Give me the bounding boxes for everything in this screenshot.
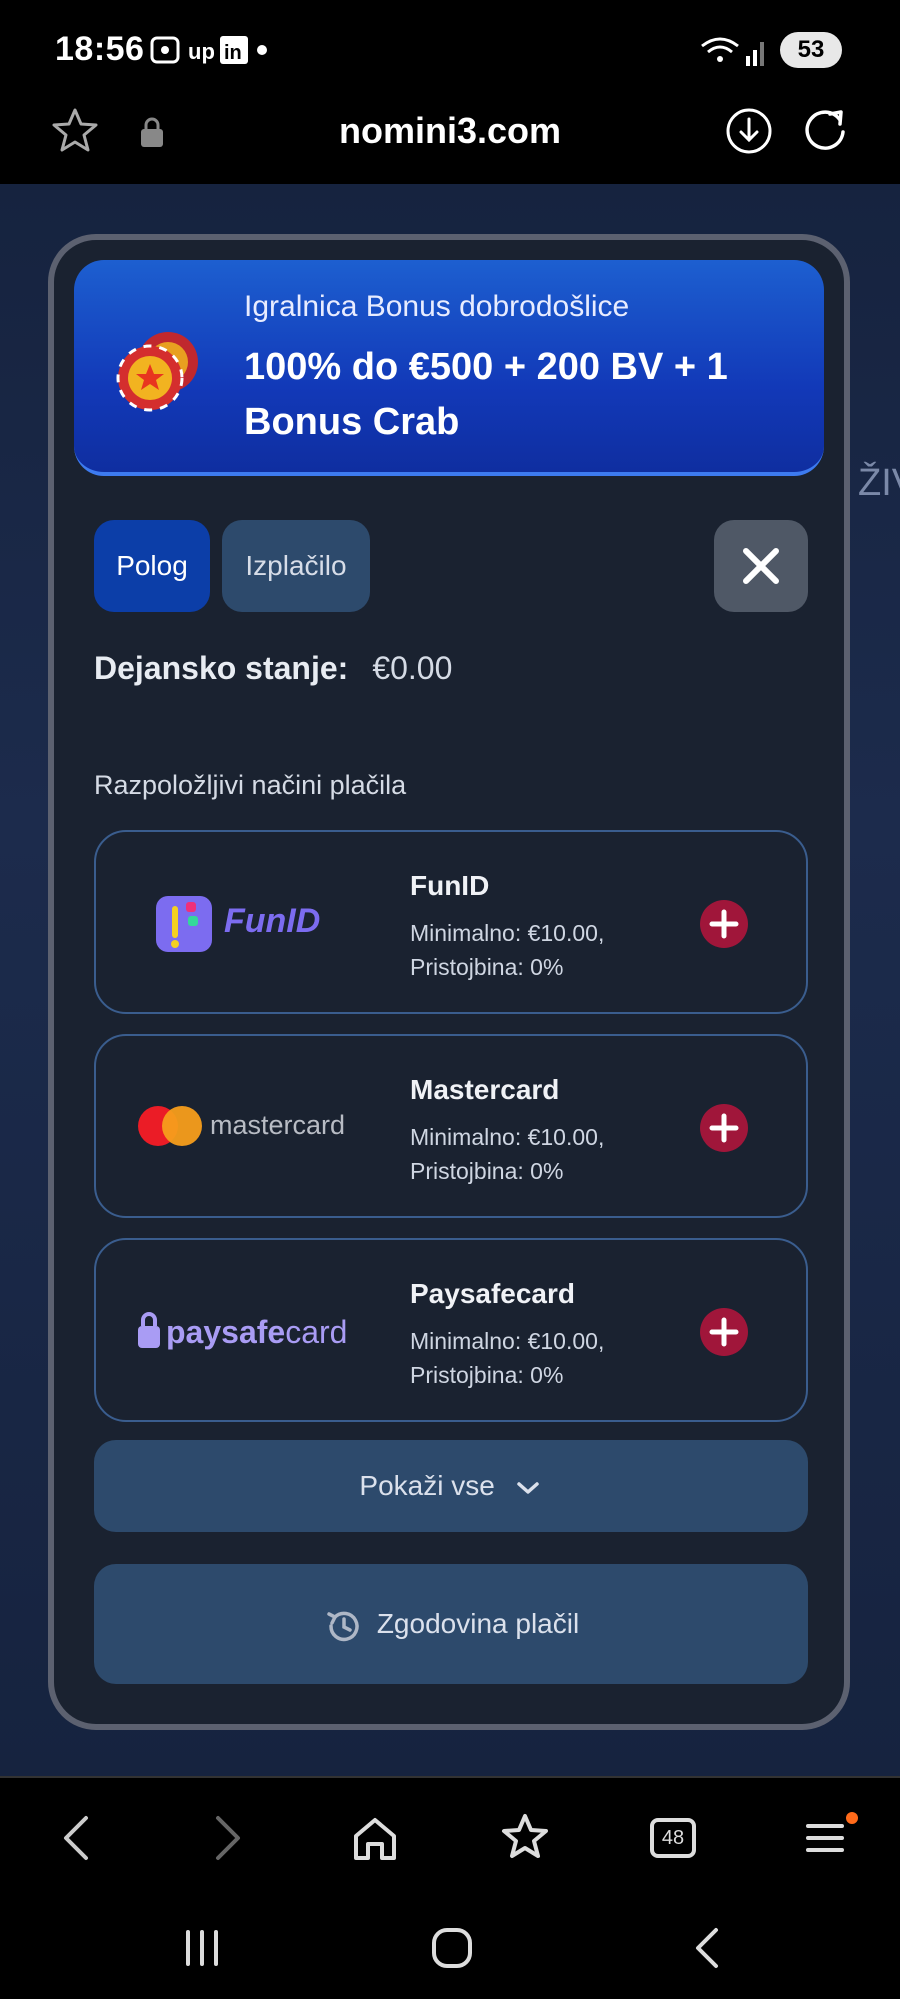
payment-method-mastercard[interactable]: mastercard Mastercard Minimalno: €10.00,…: [94, 1034, 808, 1218]
bookmarks-icon[interactable]: [498, 1808, 552, 1868]
history-icon: [327, 1611, 359, 1641]
method-minimum: Minimalno: €10.00,: [410, 1328, 605, 1354]
system-nav-bar: [0, 1896, 900, 1999]
method-details: Minimalno: €10.00, Pristojbina: 0%: [410, 916, 604, 984]
home-icon[interactable]: [348, 1808, 402, 1868]
chevron-down-icon: [516, 1481, 539, 1494]
payment-method-paysafecard[interactable]: paysafecard Paysafecard Minimalno: €10.0…: [94, 1238, 808, 1422]
casino-chips-icon: [110, 324, 206, 420]
mastercard-logo-text: mastercard: [210, 1110, 346, 1140]
close-icon: [743, 548, 779, 584]
payment-modal: Igralnica Bonus dobrodošlice 100% do €50…: [48, 234, 850, 1730]
mastercard-logo: mastercard: [136, 1076, 345, 1176]
download-icon[interactable]: [724, 106, 774, 161]
banner-subtitle: Igralnica Bonus dobrodošlice: [244, 290, 630, 323]
add-method-button[interactable]: [700, 1308, 748, 1356]
funid-logo: FunID: [136, 872, 336, 972]
balance: Dejansko stanje: €0.00: [94, 650, 452, 687]
dot-icon: [257, 45, 267, 55]
plus-icon: [709, 1113, 739, 1143]
svg-text:in: in: [224, 42, 242, 64]
paysafecard-logo: paysafecard: [136, 1280, 347, 1380]
banner-title: 100% do €500 + 200 BV + 1 Bonus Crab: [244, 346, 728, 443]
balance-value: €0.00: [372, 650, 453, 686]
battery-indicator: 53: [780, 32, 842, 68]
balance-label: Dejansko stanje:: [94, 650, 349, 686]
payment-history-button[interactable]: Zgodovina plačil: [94, 1564, 808, 1684]
method-fee: Pristojbina: 0%: [410, 1362, 564, 1388]
paysafecard-logo-text: paysafecard: [166, 1314, 348, 1350]
close-button[interactable]: [714, 520, 808, 612]
system-back-icon[interactable]: [686, 1924, 730, 1972]
reload-icon[interactable]: [800, 106, 850, 161]
history-label: Zgodovina plačil: [376, 1608, 580, 1639]
method-minimum: Minimalno: €10.00,: [410, 1124, 605, 1150]
add-method-button[interactable]: [700, 900, 748, 948]
method-name: Mastercard: [410, 1074, 560, 1105]
methods-heading: Razpoložljivi načini plačila: [94, 770, 407, 800]
clock: 18:56: [55, 30, 145, 68]
menu-icon[interactable]: [800, 1808, 860, 1868]
home-button-icon[interactable]: [428, 1924, 476, 1972]
method-fee: Pristojbina: 0%: [410, 1158, 564, 1184]
tab-withdraw[interactable]: Izplačilo: [222, 520, 370, 612]
method-name: Paysafecard: [410, 1278, 576, 1309]
url-text[interactable]: nomini3.com: [250, 110, 650, 152]
forward-icon[interactable]: [202, 1808, 252, 1868]
up-icon: up: [188, 39, 215, 64]
method-details: Minimalno: €10.00, Pristojbina: 0%: [410, 1120, 604, 1188]
bookmark-star-icon[interactable]: [50, 106, 100, 161]
notification-icons: up in: [150, 32, 270, 75]
show-all-button[interactable]: Pokaži vse: [94, 1440, 808, 1532]
method-minimum: Minimalno: €10.00,: [410, 920, 605, 946]
browser-bottom-bar: 48: [0, 1776, 900, 1898]
plus-icon: [709, 1317, 739, 1347]
method-fee: Pristojbina: 0%: [410, 954, 564, 980]
background-text: ŽIV: [858, 462, 900, 504]
recent-apps-icon[interactable]: [180, 1926, 224, 1970]
tab-deposit[interactable]: Polog: [94, 520, 210, 612]
add-method-button[interactable]: [700, 1104, 748, 1152]
plus-icon: [709, 909, 739, 939]
wifi-signal-icons: [700, 32, 770, 73]
method-name: FunID: [410, 870, 490, 901]
method-details: Minimalno: €10.00, Pristojbina: 0%: [410, 1324, 604, 1392]
back-icon[interactable]: [52, 1808, 102, 1868]
tab-count: 48: [661, 1827, 685, 1849]
show-all-label: Pokaži vse: [359, 1470, 495, 1501]
tabs-counter[interactable]: 48: [650, 1818, 696, 1858]
lock-icon: [138, 116, 166, 153]
welcome-bonus-banner[interactable]: Igralnica Bonus dobrodošlice 100% do €50…: [74, 260, 824, 476]
payment-method-funid[interactable]: FunID FunID Minimalno: €10.00, Pristojbi…: [94, 830, 808, 1014]
funid-logo-text: FunID: [224, 902, 321, 940]
